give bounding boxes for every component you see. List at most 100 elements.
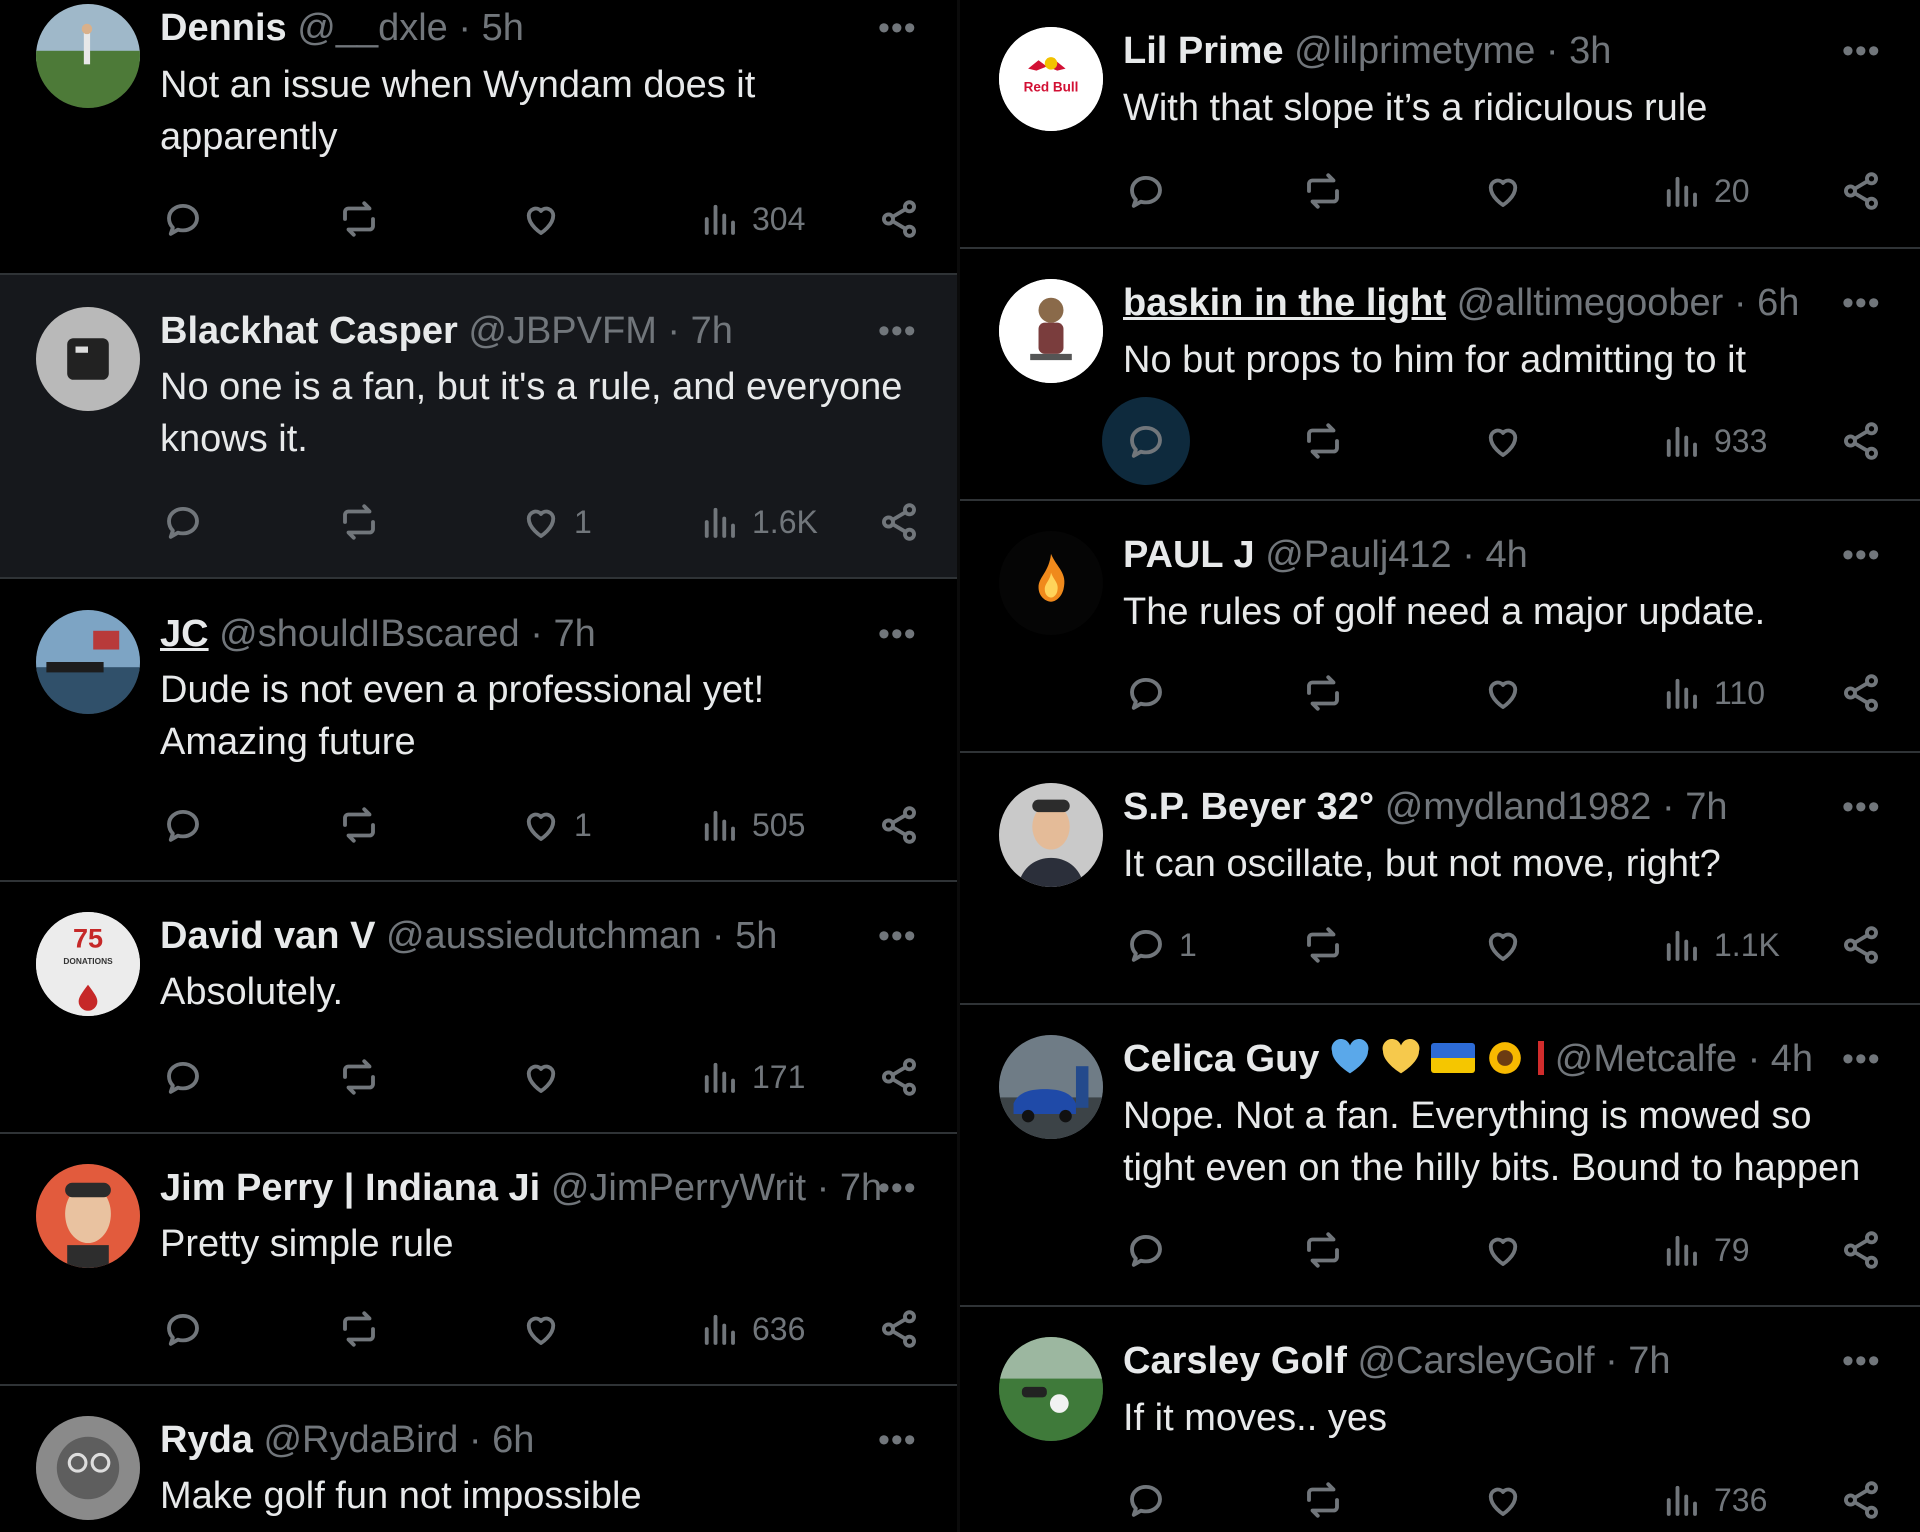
share-button[interactable]: [1840, 170, 1882, 212]
more-options-icon[interactable]: •••: [1842, 34, 1881, 68]
author-handle[interactable]: @mydland1982: [1385, 786, 1652, 828]
author-handle[interactable]: @Metcalfe: [1555, 1038, 1737, 1080]
reply-button[interactable]: [1125, 672, 1179, 714]
post-time[interactable]: 6h: [492, 1419, 534, 1461]
reply-button[interactable]: [162, 1308, 216, 1350]
author-name[interactable]: S.P. Beyer 32°: [1123, 786, 1374, 828]
more-options-icon[interactable]: •••: [878, 1423, 917, 1457]
author-handle[interactable]: @__dxle: [297, 7, 448, 49]
author-name[interactable]: David van V: [160, 915, 375, 957]
more-options-icon[interactable]: •••: [878, 919, 917, 953]
post-time[interactable]: 7h: [1628, 1340, 1670, 1382]
reply-post[interactable]: Carsley Golf @CarsleyGolf · 7h ••• If it…: [960, 1307, 1920, 1532]
share-button[interactable]: [1840, 420, 1882, 462]
more-options-icon[interactable]: •••: [878, 617, 917, 651]
avatar[interactable]: [36, 1416, 140, 1520]
repost-button[interactable]: [1302, 1229, 1344, 1271]
author-name[interactable]: Blackhat Casper: [160, 310, 458, 352]
share-button[interactable]: [878, 804, 920, 846]
share-button[interactable]: [878, 501, 920, 543]
views-button[interactable]: 933: [1660, 420, 1767, 462]
share-button[interactable]: [1840, 924, 1882, 966]
more-options-icon[interactable]: •••: [1842, 1042, 1881, 1076]
post-time[interactable]: 7h: [691, 310, 733, 352]
views-button[interactable]: 20: [1660, 170, 1750, 212]
reply-post[interactable]: Ryda @RydaBird · 6h ••• Make golf fun no…: [0, 1386, 957, 1532]
reply-post[interactable]: Jim Perry | Indiana Ji @JimPerryWrit · 7…: [0, 1134, 957, 1386]
post-time[interactable]: 7h: [1685, 786, 1727, 828]
post-time[interactable]: 7h: [840, 1167, 882, 1209]
avatar[interactable]: [36, 307, 140, 411]
post-time[interactable]: 5h: [735, 915, 777, 957]
more-options-icon[interactable]: •••: [878, 1171, 917, 1205]
reply-post[interactable]: Dennis @__dxle · 5h ••• Not an issue whe…: [0, 0, 957, 275]
more-options-icon[interactable]: •••: [878, 314, 917, 348]
like-button[interactable]: [520, 1056, 574, 1098]
reply-post[interactable]: PAUL J @Paulj412 · 4h ••• The rules of g…: [960, 501, 1920, 753]
author-name[interactable]: Lil Prime: [1123, 30, 1284, 72]
author-handle[interactable]: @CarsleyGolf: [1357, 1340, 1594, 1382]
more-options-icon[interactable]: •••: [1842, 1344, 1881, 1378]
author-name[interactable]: Dennis: [160, 7, 287, 49]
author-handle[interactable]: @RydaBird: [263, 1419, 458, 1461]
post-time[interactable]: 3h: [1569, 30, 1611, 72]
author-handle[interactable]: @JimPerryWrit: [551, 1167, 806, 1209]
author-name[interactable]: PAUL J: [1123, 534, 1255, 576]
views-button[interactable]: 1.1K: [1660, 924, 1780, 966]
reply-button[interactable]: [162, 1056, 216, 1098]
share-button[interactable]: [1840, 1479, 1882, 1521]
avatar[interactable]: [999, 1337, 1103, 1441]
repost-button[interactable]: [338, 804, 380, 846]
reply-button[interactable]: [162, 804, 216, 846]
avatar[interactable]: [999, 1035, 1103, 1139]
repost-button[interactable]: [1302, 170, 1344, 212]
author-handle[interactable]: @Paulj412: [1265, 534, 1451, 576]
repost-button[interactable]: [1302, 672, 1344, 714]
views-button[interactable]: 110: [1660, 672, 1765, 714]
author-name[interactable]: Jim Perry | Indiana Ji: [160, 1167, 540, 1209]
views-button[interactable]: 79: [1660, 1229, 1750, 1271]
author-name[interactable]: Celica Guy: [1123, 1038, 1319, 1080]
avatar[interactable]: 75 DONATIONS: [36, 912, 140, 1016]
reply-post[interactable]: S.P. Beyer 32° @mydland1982 · 7h ••• It …: [960, 753, 1920, 1005]
more-options-icon[interactable]: •••: [1842, 538, 1881, 572]
avatar[interactable]: [36, 610, 140, 714]
like-button[interactable]: [1482, 420, 1536, 462]
like-button[interactable]: [1482, 1229, 1536, 1271]
share-button[interactable]: [878, 1308, 920, 1350]
like-button[interactable]: [1482, 170, 1536, 212]
reply-post[interactable]: Blackhat Casper @JBPVFM · 7h ••• No one …: [0, 275, 957, 579]
author-name[interactable]: baskin in the light: [1123, 282, 1446, 324]
avatar[interactable]: [999, 783, 1103, 887]
author-name[interactable]: Ryda: [160, 1419, 253, 1461]
views-button[interactable]: 171: [698, 1056, 805, 1098]
reply-post[interactable]: JC @shouldIBscared · 7h ••• Dude is not …: [0, 579, 957, 882]
views-button[interactable]: 736: [1660, 1479, 1767, 1521]
avatar[interactable]: [36, 1164, 140, 1268]
avatar[interactable]: Red Bull: [999, 27, 1103, 131]
more-options-icon[interactable]: •••: [1842, 286, 1881, 320]
reply-button[interactable]: [1125, 170, 1179, 212]
like-button[interactable]: [1482, 672, 1536, 714]
share-button[interactable]: [878, 198, 920, 240]
like-button[interactable]: [520, 1308, 574, 1350]
views-button[interactable]: 1.6K: [698, 501, 818, 543]
post-time[interactable]: 6h: [1757, 282, 1799, 324]
repost-button[interactable]: [338, 501, 380, 543]
repost-button[interactable]: [338, 1056, 380, 1098]
reply-button[interactable]: [162, 501, 216, 543]
like-button[interactable]: 1: [520, 804, 592, 846]
post-time[interactable]: 5h: [482, 7, 524, 49]
more-options-icon[interactable]: •••: [1842, 790, 1881, 824]
author-name[interactable]: Carsley Golf: [1123, 1340, 1347, 1382]
like-button[interactable]: 1: [520, 501, 592, 543]
like-button[interactable]: [1482, 1479, 1536, 1521]
repost-button[interactable]: [338, 198, 380, 240]
views-button[interactable]: 636: [698, 1308, 805, 1350]
more-options-icon[interactable]: •••: [878, 11, 917, 45]
share-button[interactable]: [1840, 672, 1882, 714]
author-handle[interactable]: @shouldIBscared: [219, 613, 520, 655]
views-button[interactable]: 304: [698, 198, 805, 240]
reply-post[interactable]: 75 DONATIONS David van V @aussiedutchman…: [0, 882, 957, 1134]
share-button[interactable]: [1840, 1229, 1882, 1271]
